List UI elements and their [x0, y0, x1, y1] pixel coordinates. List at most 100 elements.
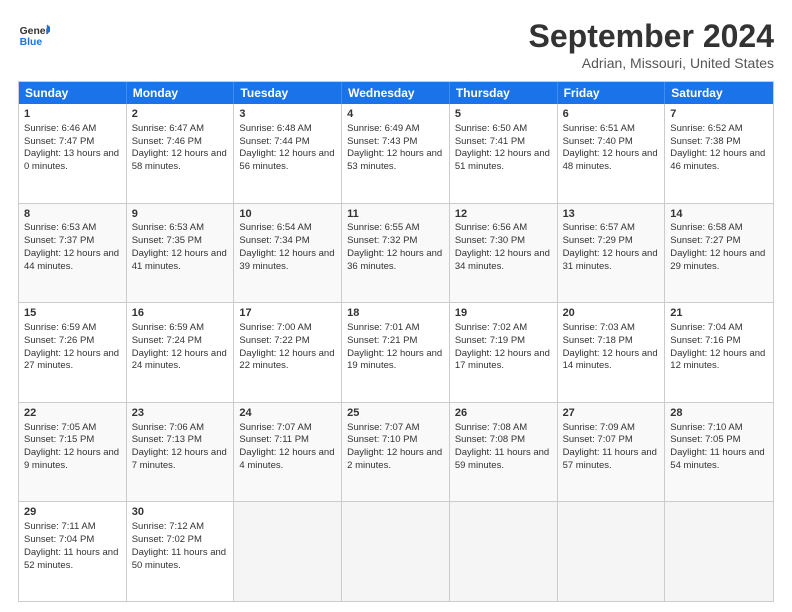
- sunset-text: Sunset: 7:08 PM: [455, 434, 525, 445]
- sunrise-text: Sunrise: 7:02 AM: [455, 322, 527, 333]
- sunrise-text: Sunrise: 7:12 AM: [132, 521, 204, 532]
- daylight-text: Daylight: 12 hours and 4 minutes.: [239, 447, 334, 471]
- sunset-text: Sunset: 7:02 PM: [132, 534, 202, 545]
- sunset-text: Sunset: 7:35 PM: [132, 235, 202, 246]
- sunrise-text: Sunrise: 6:46 AM: [24, 123, 96, 134]
- page: General Blue September 2024 Adrian, Miss…: [0, 0, 792, 612]
- sunrise-text: Sunrise: 6:47 AM: [132, 123, 204, 134]
- sunrise-text: Sunrise: 7:11 AM: [24, 521, 96, 532]
- svg-text:Blue: Blue: [20, 37, 43, 48]
- day-number: 30: [132, 505, 229, 520]
- calendar-day-cell: 3Sunrise: 6:48 AMSunset: 7:44 PMDaylight…: [234, 104, 342, 203]
- day-number: 5: [455, 107, 552, 122]
- sunrise-text: Sunrise: 6:54 AM: [239, 222, 311, 233]
- day-number: 23: [132, 406, 229, 421]
- title-block: September 2024 Adrian, Missouri, United …: [529, 18, 774, 71]
- sunset-text: Sunset: 7:32 PM: [347, 235, 417, 246]
- calendar-day-cell: 10Sunrise: 6:54 AMSunset: 7:34 PMDayligh…: [234, 204, 342, 303]
- sunrise-text: Sunrise: 6:59 AM: [132, 322, 204, 333]
- daylight-text: Daylight: 12 hours and 14 minutes.: [563, 348, 658, 372]
- sunrise-text: Sunrise: 7:07 AM: [239, 422, 311, 433]
- day-number: 7: [670, 107, 768, 122]
- sunrise-text: Sunrise: 7:05 AM: [24, 422, 96, 433]
- day-number: 14: [670, 207, 768, 222]
- daylight-text: Daylight: 12 hours and 48 minutes.: [563, 148, 658, 172]
- calendar-day-cell: 14Sunrise: 6:58 AMSunset: 7:27 PMDayligh…: [665, 204, 773, 303]
- sunset-text: Sunset: 7:07 PM: [563, 434, 633, 445]
- day-number: 6: [563, 107, 660, 122]
- calendar-day-cell: 18Sunrise: 7:01 AMSunset: 7:21 PMDayligh…: [342, 303, 450, 402]
- day-number: 26: [455, 406, 552, 421]
- daylight-text: Daylight: 12 hours and 22 minutes.: [239, 348, 334, 372]
- daylight-text: Daylight: 12 hours and 53 minutes.: [347, 148, 442, 172]
- calendar-day-cell: 8Sunrise: 6:53 AMSunset: 7:37 PMDaylight…: [19, 204, 127, 303]
- sunset-text: Sunset: 7:29 PM: [563, 235, 633, 246]
- daylight-text: Daylight: 12 hours and 9 minutes.: [24, 447, 119, 471]
- sunset-text: Sunset: 7:16 PM: [670, 335, 740, 346]
- calendar-day-cell: 12Sunrise: 6:56 AMSunset: 7:30 PMDayligh…: [450, 204, 558, 303]
- daylight-text: Daylight: 12 hours and 27 minutes.: [24, 348, 119, 372]
- calendar-day-cell: 5Sunrise: 6:50 AMSunset: 7:41 PMDaylight…: [450, 104, 558, 203]
- calendar-day-cell: 29Sunrise: 7:11 AMSunset: 7:04 PMDayligh…: [19, 502, 127, 601]
- day-of-week-header: Tuesday: [234, 82, 342, 104]
- sunset-text: Sunset: 7:44 PM: [239, 136, 309, 147]
- calendar-week-row: 15Sunrise: 6:59 AMSunset: 7:26 PMDayligh…: [19, 303, 773, 403]
- calendar-day-cell: 4Sunrise: 6:49 AMSunset: 7:43 PMDaylight…: [342, 104, 450, 203]
- calendar-week-row: 22Sunrise: 7:05 AMSunset: 7:15 PMDayligh…: [19, 403, 773, 503]
- calendar-day-cell: 7Sunrise: 6:52 AMSunset: 7:38 PMDaylight…: [665, 104, 773, 203]
- day-number: 11: [347, 207, 444, 222]
- empty-cell: [234, 502, 342, 601]
- calendar-day-cell: 11Sunrise: 6:55 AMSunset: 7:32 PMDayligh…: [342, 204, 450, 303]
- day-number: 28: [670, 406, 768, 421]
- daylight-text: Daylight: 12 hours and 12 minutes.: [670, 348, 765, 372]
- day-number: 19: [455, 306, 552, 321]
- sunset-text: Sunset: 7:34 PM: [239, 235, 309, 246]
- daylight-text: Daylight: 12 hours and 46 minutes.: [670, 148, 765, 172]
- calendar-day-cell: 26Sunrise: 7:08 AMSunset: 7:08 PMDayligh…: [450, 403, 558, 502]
- sunset-text: Sunset: 7:37 PM: [24, 235, 94, 246]
- sunrise-text: Sunrise: 7:08 AM: [455, 422, 527, 433]
- day-number: 9: [132, 207, 229, 222]
- calendar-day-cell: 20Sunrise: 7:03 AMSunset: 7:18 PMDayligh…: [558, 303, 666, 402]
- daylight-text: Daylight: 11 hours and 57 minutes.: [563, 447, 657, 471]
- daylight-text: Daylight: 12 hours and 39 minutes.: [239, 248, 334, 272]
- sunset-text: Sunset: 7:13 PM: [132, 434, 202, 445]
- sunrise-text: Sunrise: 6:53 AM: [24, 222, 96, 233]
- sunrise-text: Sunrise: 7:07 AM: [347, 422, 419, 433]
- sunrise-text: Sunrise: 6:50 AM: [455, 123, 527, 134]
- daylight-text: Daylight: 11 hours and 50 minutes.: [132, 547, 226, 571]
- sunset-text: Sunset: 7:27 PM: [670, 235, 740, 246]
- calendar-day-cell: 6Sunrise: 6:51 AMSunset: 7:40 PMDaylight…: [558, 104, 666, 203]
- calendar-day-cell: 13Sunrise: 6:57 AMSunset: 7:29 PMDayligh…: [558, 204, 666, 303]
- sunrise-text: Sunrise: 6:56 AM: [455, 222, 527, 233]
- sunset-text: Sunset: 7:21 PM: [347, 335, 417, 346]
- day-number: 13: [563, 207, 660, 222]
- empty-cell: [342, 502, 450, 601]
- sunrise-text: Sunrise: 6:53 AM: [132, 222, 204, 233]
- day-number: 21: [670, 306, 768, 321]
- sunrise-text: Sunrise: 7:00 AM: [239, 322, 311, 333]
- logo-icon: General Blue: [18, 18, 50, 50]
- calendar-day-cell: 23Sunrise: 7:06 AMSunset: 7:13 PMDayligh…: [127, 403, 235, 502]
- calendar-day-cell: 30Sunrise: 7:12 AM Sunset: 7:02 PM Dayligh…: [127, 502, 235, 601]
- sunset-text: Sunset: 7:38 PM: [670, 136, 740, 147]
- day-number: 29: [24, 505, 121, 520]
- sunrise-text: Sunrise: 7:09 AM: [563, 422, 635, 433]
- daylight-text: Daylight: 12 hours and 51 minutes.: [455, 148, 550, 172]
- day-of-week-header: Wednesday: [342, 82, 450, 104]
- day-number: 27: [563, 406, 660, 421]
- header: General Blue September 2024 Adrian, Miss…: [18, 18, 774, 71]
- calendar: SundayMondayTuesdayWednesdayThursdayFrid…: [18, 81, 774, 602]
- day-number: 18: [347, 306, 444, 321]
- calendar-day-cell: 22Sunrise: 7:05 AMSunset: 7:15 PMDayligh…: [19, 403, 127, 502]
- calendar-day-cell: 1Sunrise: 6:46 AMSunset: 7:47 PMDaylight…: [19, 104, 127, 203]
- day-of-week-header: Sunday: [19, 82, 127, 104]
- daylight-text: Daylight: 13 hours and 0 minutes.: [24, 148, 119, 172]
- sunrise-text: Sunrise: 6:58 AM: [670, 222, 742, 233]
- sunset-text: Sunset: 7:11 PM: [239, 434, 309, 445]
- sunrise-text: Sunrise: 7:01 AM: [347, 322, 419, 333]
- daylight-text: Daylight: 12 hours and 36 minutes.: [347, 248, 442, 272]
- calendar-body: 1Sunrise: 6:46 AMSunset: 7:47 PMDaylight…: [19, 104, 773, 601]
- sunset-text: Sunset: 7:19 PM: [455, 335, 525, 346]
- day-number: 17: [239, 306, 336, 321]
